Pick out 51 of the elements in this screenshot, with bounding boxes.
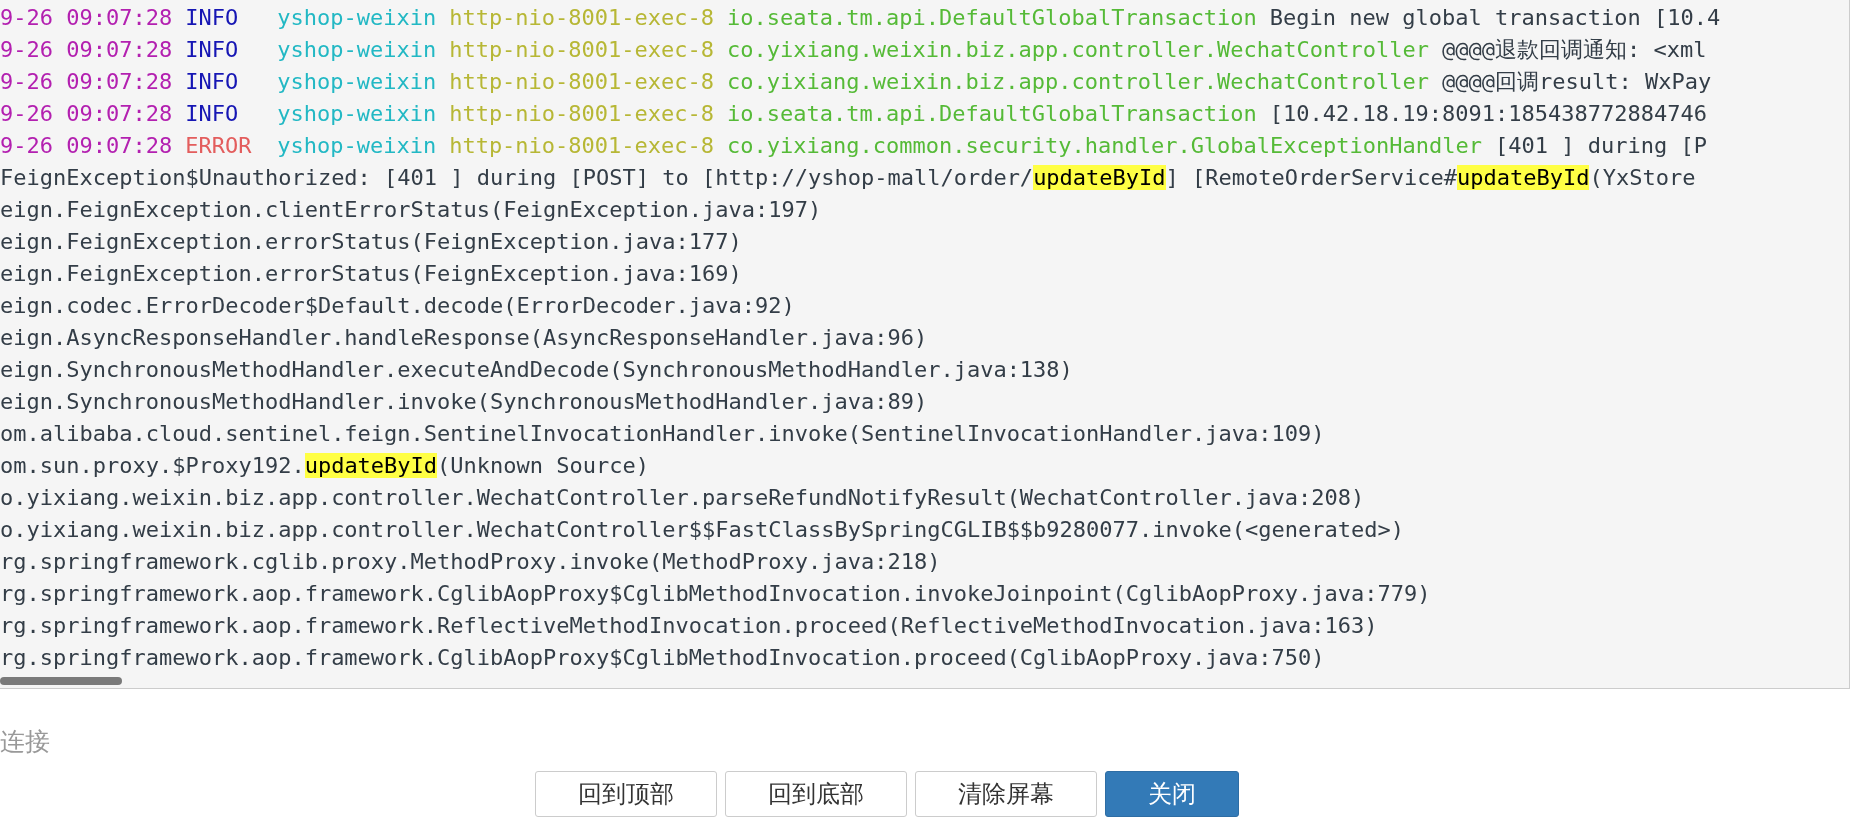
log-level: INFO: [185, 68, 240, 96]
log-timestamp: 9-26 09:07:28: [0, 68, 173, 96]
stack-trace-line: eign.SynchronousMethodHandler.invoke(SynchronousMethodHandler.java:89): [0, 388, 928, 416]
log-logger: io.seata.tm.api.DefaultGlobalTransaction: [727, 100, 1257, 128]
stack-trace-line: rg.springframework.aop.framework.ReflectiveMethodInvocation.proceed(ReflectiveMethodInvocation.java:163): [0, 612, 1378, 640]
log-logger: co.yixiang.weixin.biz.app.controller.WechatController: [727, 68, 1430, 96]
action-button[interactable]: 回到底部: [725, 771, 907, 817]
log-logger: co.yixiang.weixin.biz.app.controller.WechatController: [727, 36, 1430, 64]
connection-status: 连接: [0, 726, 51, 758]
stack-trace-line: eign.FeignException.errorStatus(FeignException.java:169): [0, 260, 742, 288]
scrollbar-thumb[interactable]: [0, 677, 122, 685]
action-button[interactable]: 回到顶部: [535, 771, 717, 817]
log-timestamp: 9-26 09:07:28: [0, 4, 173, 32]
stack-trace-line: eign.AsyncResponseHandler.handleResponse(AsyncResponseHandler.java:96): [0, 324, 928, 352]
stack-trace-line: om.sun.proxy.$Proxy192.updateById(Unknown Source): [0, 452, 649, 480]
log-message: [401 ] during [P: [1495, 132, 1707, 160]
action-button[interactable]: 清除屏幕: [915, 771, 1097, 817]
log-logger: co.yixiang.common.security.handler.GlobalExceptionHandler: [727, 132, 1483, 160]
log-thread: http-nio-8001-exec-8: [449, 36, 715, 64]
log-message: [10.42.18.19:8091:185438772884746: [1269, 100, 1707, 128]
log-message: @@@@回调result: WxPay: [1442, 68, 1712, 96]
stack-trace-line: o.yixiang.weixin.biz.app.controller.WechatController$$FastClassBySpringCGLIB$$b9280077.invoke(<generated>): [0, 516, 1404, 544]
log-message: @@@@退款回调通知: <xml: [1442, 36, 1707, 64]
log-timestamp: 9-26 09:07:28: [0, 132, 173, 160]
stack-trace-line: eign.FeignException.errorStatus(FeignException.java:177): [0, 228, 742, 256]
log-app-name: yshop-weixin: [277, 132, 437, 160]
stack-trace-line: eign.FeignException.clientErrorStatus(FeignException.java:197): [0, 196, 822, 224]
log-level: ERROR: [185, 132, 253, 160]
stack-trace-line: rg.springframework.cglib.proxy.MethodProxy.invoke(MethodProxy.java:218): [0, 548, 941, 576]
log-thread: http-nio-8001-exec-8: [449, 68, 715, 96]
log-timestamp: 9-26 09:07:28: [0, 36, 173, 64]
log-message: Begin new global transaction [10.4: [1269, 4, 1721, 32]
log-thread: http-nio-8001-exec-8: [449, 100, 715, 128]
action-button[interactable]: 关闭: [1105, 771, 1239, 817]
log-app-name: yshop-weixin: [277, 68, 437, 96]
log-app-name: yshop-weixin: [277, 36, 437, 64]
stack-trace-line: o.yixiang.weixin.biz.app.controller.WechatController.parseRefundNotifyResult(WechatController.java:208): [0, 484, 1365, 512]
stack-trace-line: eign.codec.ErrorDecoder$Default.decode(ErrorDecoder.java:92): [0, 292, 795, 320]
log-level: INFO: [185, 4, 240, 32]
log-timestamp: 9-26 09:07:28: [0, 100, 173, 128]
log-app-name: yshop-weixin: [277, 100, 437, 128]
log-thread: http-nio-8001-exec-8: [449, 132, 715, 160]
log-logger: io.seata.tm.api.DefaultGlobalTransaction: [727, 4, 1257, 32]
stack-trace-line: om.alibaba.cloud.sentinel.feign.SentinelInvocationHandler.invoke(SentinelInvocationHandler.java:109): [0, 420, 1325, 448]
stack-trace-line: rg.springframework.aop.framework.CglibAopProxy$CglibMethodInvocation.proceed(CglibAopProxy.java:750): [0, 644, 1325, 672]
log-level: INFO: [185, 36, 240, 64]
log-app-name: yshop-weixin: [277, 4, 437, 32]
stack-trace-line: eign.SynchronousMethodHandler.executeAndDecode(SynchronousMethodHandler.java:138): [0, 356, 1073, 384]
log-level: INFO: [185, 100, 240, 128]
stack-trace-line: rg.springframework.aop.framework.CglibAopProxy$CglibMethodInvocation.invokeJoinpoint(CglibAopProxy.java:779): [0, 580, 1431, 608]
log-thread: http-nio-8001-exec-8: [449, 4, 715, 32]
